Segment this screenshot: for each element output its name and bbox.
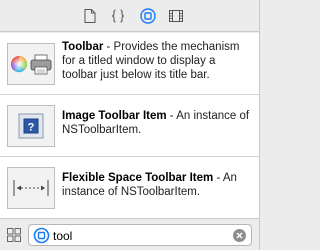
filter-input[interactable] xyxy=(53,228,223,243)
object-library-panel: Toolbar - Provides the mechanism for a t… xyxy=(0,0,260,250)
svg-text:?: ? xyxy=(28,122,35,134)
code-snippet-tab[interactable] xyxy=(108,6,128,26)
library-item-image-toolbar-item[interactable]: ? Image Toolbar Item - An instance of NS… xyxy=(0,95,259,157)
object-library-icon xyxy=(140,8,156,24)
inspector-selector-bar xyxy=(0,0,259,32)
file-template-tab[interactable] xyxy=(80,6,100,26)
media-library-tab[interactable] xyxy=(166,6,186,26)
library-item-title: Image Toolbar Item xyxy=(62,110,167,122)
view-mode-toggle[interactable] xyxy=(7,228,21,242)
library-item-toolbar[interactable]: Toolbar - Provides the mechanism for a t… xyxy=(0,33,259,95)
library-item-description: Toolbar - Provides the mechanism for a t… xyxy=(62,41,240,81)
image-toolbar-item-icon: ? xyxy=(7,105,55,147)
filter-bar xyxy=(0,218,259,250)
library-item-title: Toolbar xyxy=(62,41,104,53)
library-item-description: Image Toolbar Item - An instance of NSTo… xyxy=(62,110,250,136)
object-library-tab[interactable] xyxy=(138,6,158,26)
object-library-filter-icon xyxy=(33,227,50,244)
grid-view-icon xyxy=(7,228,21,242)
code-braces-icon xyxy=(111,9,125,23)
library-filter-field[interactable] xyxy=(28,224,252,246)
library-item-description: Flexible Space Toolbar Item - An instanc… xyxy=(62,172,237,198)
clear-icon xyxy=(233,229,246,242)
object-library-list: Toolbar - Provides the mechanism for a t… xyxy=(0,33,259,218)
flexible-space-icon xyxy=(7,167,55,209)
file-icon xyxy=(84,9,96,23)
library-item-title: Flexible Space Toolbar Item xyxy=(62,172,214,184)
clear-filter-button[interactable] xyxy=(233,229,246,242)
toolbar-icon xyxy=(7,43,55,85)
media-library-icon xyxy=(169,10,183,22)
library-item-flexible-space-toolbar-item[interactable]: Flexible Space Toolbar Item - An instanc… xyxy=(0,157,259,218)
